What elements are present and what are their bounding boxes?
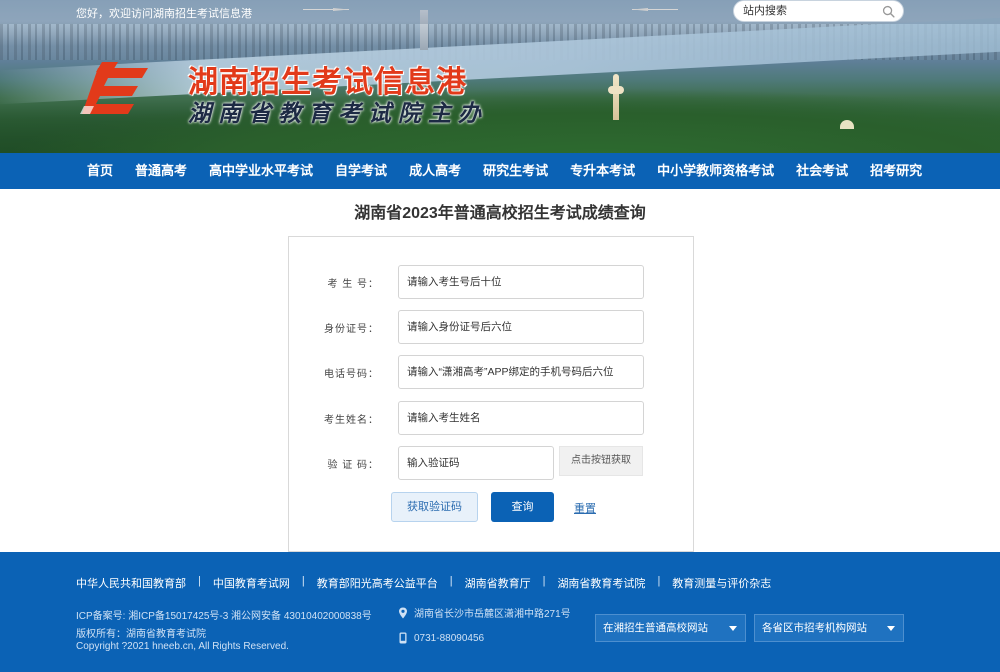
footer-separator: | [449,575,453,587]
welcome-text: 您好，欢迎访问湖南招生考试信息港 [76,8,252,20]
id-no-input[interactable] [398,310,644,344]
nav-item-gaokao[interactable]: 普通高考 [124,153,198,189]
footer-link-moe[interactable]: 中华人民共和国教育部 [76,575,186,591]
provincial-agencies-select-value: 各省区市招考机构网站 [762,622,867,634]
title-ornament-left [303,8,349,11]
footer: 中华人民共和国教育部 | 中国教育考试网 | 教育部阳光高考公益平台 | 湖南省… [0,552,1000,672]
site-subtitle: 湖南省教育考试院主办 [188,100,488,127]
phone-text: 0731-88090456 [414,632,485,644]
copyright-text: Copyright ?2021 hneeb.cn, All Rights Res… [76,641,289,652]
page-title: 湖南省2023年普通高校招生考试成绩查询 [354,205,646,222]
search-icon[interactable] [882,5,895,18]
search-input[interactable] [743,4,883,18]
footer-link-chsi[interactable]: 教育部阳光高考公益平台 [317,575,438,591]
nav-item-social-exam[interactable]: 社会考试 [785,153,859,189]
score-query-form: 考 生 号： 身份证号： 电话号码： 考生姓名： 验 证 码： 点击按钮获取 获… [288,236,694,552]
footer-link-journal[interactable]: 教育测量与评价杂志 [672,575,771,591]
query-button[interactable]: 查询 [491,492,554,522]
exam-no-input[interactable] [398,265,644,299]
phone-row: 电话号码： [289,355,695,389]
nav-item-graduate[interactable]: 研究生考试 [472,153,559,189]
banner-dome [840,120,854,129]
phone-line: 0731-88090456 [398,632,484,644]
phone-input[interactable] [398,355,644,389]
phone-icon [399,632,407,644]
footer-link-hunan-edu[interactable]: 湖南省教育厅 [465,575,531,591]
icp-text: ICP备案号: 湘ICP备15017425号-3 湘公网安备 430104020… [76,611,372,622]
caret-down-icon [887,626,895,631]
nav-item-teacher-cert[interactable]: 中小学教师资格考试 [646,153,785,189]
address-text: 湖南省长沙市岳麓区潇湘中路271号 [414,609,571,620]
exam-no-row: 考 生 号： [289,265,695,299]
page-title-wrap: 湖南省2023年普通高校招生考试成绩查询 [0,199,1000,223]
get-code-button[interactable]: 获取验证码 [391,492,478,522]
site-search[interactable] [733,0,904,22]
banner-tv-tower [608,74,624,120]
phone-label: 电话号码： [324,369,379,380]
main-nav: 首页 普通高考 高中学业水平考试 自学考试 成人高考 研究生考试 专升本考试 中… [0,153,1000,189]
copyright-owner: 版权所有：湖南省教育考试院 [76,629,206,640]
nav-item-adult-exam[interactable]: 成人高考 [398,153,472,189]
logo-icon[interactable] [78,60,164,120]
nav-item-research[interactable]: 招考研究 [859,153,933,189]
name-input[interactable] [398,401,644,435]
title-ornament-right [632,8,678,11]
nav-item-upgrade[interactable]: 专升本考试 [559,153,646,189]
reset-link[interactable]: 重置 [574,500,596,516]
id-no-label: 身份证号： [324,324,379,335]
footer-separator: | [657,575,661,587]
footer-separator: | [198,575,201,587]
hunan-colleges-select-value: 在湘招生普通高校网站 [603,622,708,634]
name-row: 考生姓名： [289,401,695,435]
footer-link-neea[interactable]: 中国教育考试网 [213,575,290,591]
captcha-input[interactable] [398,446,554,480]
name-label: 考生姓名： [324,415,379,426]
caret-down-icon [729,626,737,631]
captcha-image[interactable]: 点击按钮获取 [559,446,643,476]
exam-no-label: 考 生 号： [327,279,379,290]
captcha-row: 验 证 码： 点击按钮获取 [289,446,695,480]
id-no-row: 身份证号： [289,310,695,344]
nav-item-home[interactable]: 首页 [76,153,124,189]
footer-links: 中华人民共和国教育部 | 中国教育考试网 | 教育部阳光高考公益平台 | 湖南省… [76,575,771,591]
location-icon [399,607,407,618]
hunan-colleges-select[interactable]: 在湘招生普通高校网站 [595,614,746,642]
nav-item-self-study[interactable]: 自学考试 [324,153,398,189]
header-banner: 您好，欢迎访问湖南招生考试信息港 湖南招生考试信息港 湖南省教育考试院主办 [0,0,1000,153]
nav-item-academic-proficiency[interactable]: 高中学业水平考试 [198,153,324,189]
footer-separator: | [542,575,546,587]
footer-separator: | [301,575,305,587]
provincial-agencies-select[interactable]: 各省区市招考机构网站 [754,614,904,642]
address-line: 湖南省长沙市岳麓区潇湘中路271号 [398,605,571,620]
footer-link-hneeb[interactable]: 湖南省教育考试院 [557,575,645,591]
captcha-label: 验 证 码： [327,460,379,471]
